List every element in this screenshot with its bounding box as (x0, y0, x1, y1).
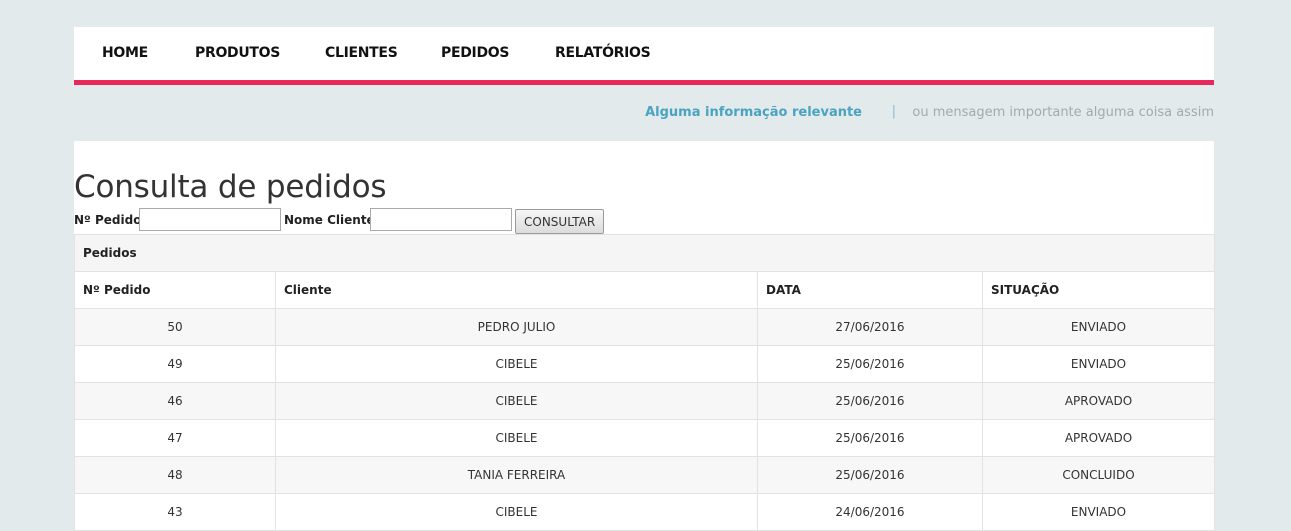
cell-order-number: 50 (74, 308, 276, 346)
column-header-status[interactable]: SITUAÇÃO (982, 271, 1215, 309)
cell-status: ENVIADO (982, 493, 1215, 531)
cell-client: CIBELE (275, 345, 758, 383)
order-number-input[interactable] (139, 208, 281, 231)
cell-order-number: 47 (74, 419, 276, 457)
cell-order-number: 49 (74, 345, 276, 383)
cell-date: 25/06/2016 (757, 419, 983, 457)
cell-date: 25/06/2016 (757, 345, 983, 383)
nav-item-home[interactable]: HOME (102, 45, 148, 61)
cell-status: CONCLUIDO (982, 456, 1215, 494)
table-row[interactable]: 50 PEDRO JULIO 27/06/2016 ENVIADO (74, 308, 1215, 346)
table-caption: Pedidos (74, 234, 1215, 272)
column-header-date[interactable]: DATA (757, 271, 983, 309)
top-navbar: HOME PRODUTOS CLIENTES PEDIDOS RELATÓRIO… (74, 27, 1214, 85)
cell-status: ENVIADO (982, 308, 1215, 346)
cell-status: APROVADO (982, 419, 1215, 457)
cell-date: 24/06/2016 (757, 493, 983, 531)
cell-date: 25/06/2016 (757, 456, 983, 494)
table-row[interactable]: 43 CIBELE 24/06/2016 ENVIADO (74, 493, 1215, 531)
cell-client: TANIA FERREIRA (275, 456, 758, 494)
cell-order-number: 46 (74, 382, 276, 420)
cell-client: CIBELE (275, 493, 758, 531)
info-message: ou mensagem importante alguma coisa assi… (912, 105, 1214, 120)
column-header-order-number[interactable]: Nº Pedido (74, 271, 276, 309)
page-title: Consulta de pedidos (74, 169, 387, 205)
nav-item-relatorios[interactable]: RELATÓRIOS (555, 45, 651, 61)
nav-item-pedidos[interactable]: PEDIDOS (441, 45, 509, 61)
info-relevant-link[interactable]: Alguma informação relevante (645, 105, 862, 120)
table-row[interactable]: 47 CIBELE 25/06/2016 APROVADO (74, 419, 1215, 457)
cell-order-number: 48 (74, 456, 276, 494)
cell-status: APROVADO (982, 382, 1215, 420)
cell-date: 27/06/2016 (757, 308, 983, 346)
cell-order-number: 43 (74, 493, 276, 531)
table-row[interactable]: 49 CIBELE 25/06/2016 ENVIADO (74, 345, 1215, 383)
cell-status: ENVIADO (982, 345, 1215, 383)
client-name-input[interactable] (370, 208, 512, 231)
info-separator: | (891, 104, 896, 119)
order-number-label: Nº Pedido: (74, 213, 147, 227)
table-caption-row: Pedidos (74, 234, 1215, 272)
client-name-label: Nome Cliente: (284, 213, 380, 227)
nav-item-produtos[interactable]: PRODUTOS (195, 45, 280, 61)
cell-date: 25/06/2016 (757, 382, 983, 420)
nav-item-clientes[interactable]: CLIENTES (325, 45, 398, 61)
table-header-row: Nº Pedido Cliente DATA SITUAÇÃO (74, 271, 1215, 309)
cell-client: CIBELE (275, 382, 758, 420)
table-row[interactable]: 46 CIBELE 25/06/2016 APROVADO (74, 382, 1215, 420)
info-bar: Alguma informação relevante | ou mensage… (74, 104, 1214, 124)
main-content: Consulta de pedidos Nº Pedido: Nome Clie… (74, 141, 1215, 531)
orders-table: Pedidos Nº Pedido Cliente DATA SITUAÇÃO … (74, 234, 1215, 531)
table-row[interactable]: 48 TANIA FERREIRA 25/06/2016 CONCLUIDO (74, 456, 1215, 494)
cell-client: CIBELE (275, 419, 758, 457)
column-header-client[interactable]: Cliente (275, 271, 758, 309)
consultar-button[interactable]: CONSULTAR (515, 209, 605, 234)
cell-client: PEDRO JULIO (275, 308, 758, 346)
